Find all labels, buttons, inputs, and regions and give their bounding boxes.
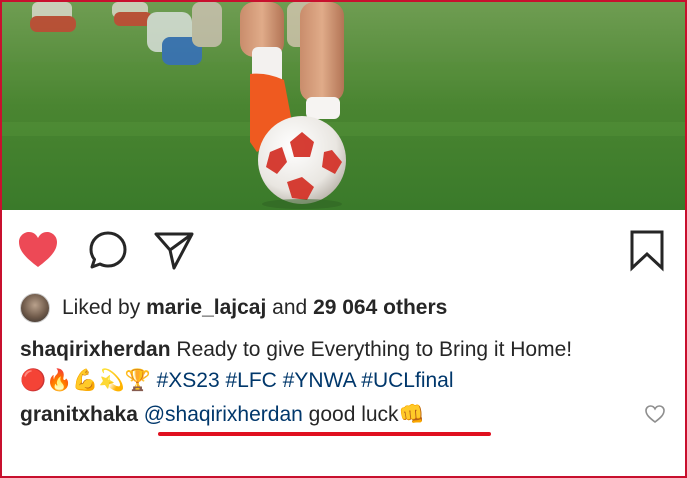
hashtag-link[interactable]: #YNWA: [283, 369, 356, 392]
heart-filled-icon[interactable]: [16, 228, 60, 272]
caption-text: Ready to give Everything to Bring it Hom…: [176, 338, 573, 361]
likes-conjunction: and: [272, 296, 308, 319]
instagram-post-frame: Liked by marie_lajcaj and 29 064 others …: [0, 0, 687, 478]
comment-text: good luck: [308, 403, 399, 426]
comment-emoji: 👊: [398, 402, 425, 426]
post-action-bar: [2, 210, 685, 288]
comment-item: granitxhaka @shaqirixherdan good luck👊: [20, 399, 680, 429]
likes-summary: Liked by marie_lajcaj and 29 064 others: [20, 292, 447, 324]
bookmark-icon[interactable]: [627, 228, 667, 272]
football-photo-illustration: [2, 2, 685, 210]
caption-username[interactable]: shaqirixherdan: [20, 338, 171, 361]
likes-prefix: Liked by: [62, 296, 141, 319]
comment-username[interactable]: granitxhaka: [20, 403, 138, 426]
comment-bubble-icon[interactable]: [86, 228, 130, 272]
post-caption: shaqirixherdan Ready to give Everything …: [20, 335, 680, 396]
heart-outline-icon[interactable]: [644, 404, 666, 424]
hashtag-link[interactable]: #XS23: [157, 369, 220, 392]
caption-emojis: 🔴🔥💪💫🏆: [20, 368, 151, 392]
hashtag-link[interactable]: #LFC: [226, 369, 277, 392]
paper-plane-icon[interactable]: [152, 228, 196, 272]
liker-username[interactable]: marie_lajcaj: [146, 296, 266, 320]
annotation-underline: [158, 432, 491, 436]
post-photo[interactable]: [2, 2, 685, 210]
likes-others-count[interactable]: 29 064 others: [313, 296, 447, 320]
liker-avatar[interactable]: [20, 293, 50, 323]
comment-mention[interactable]: @shaqirixherdan: [144, 403, 303, 426]
hashtag-link[interactable]: #UCLfinal: [361, 369, 453, 392]
